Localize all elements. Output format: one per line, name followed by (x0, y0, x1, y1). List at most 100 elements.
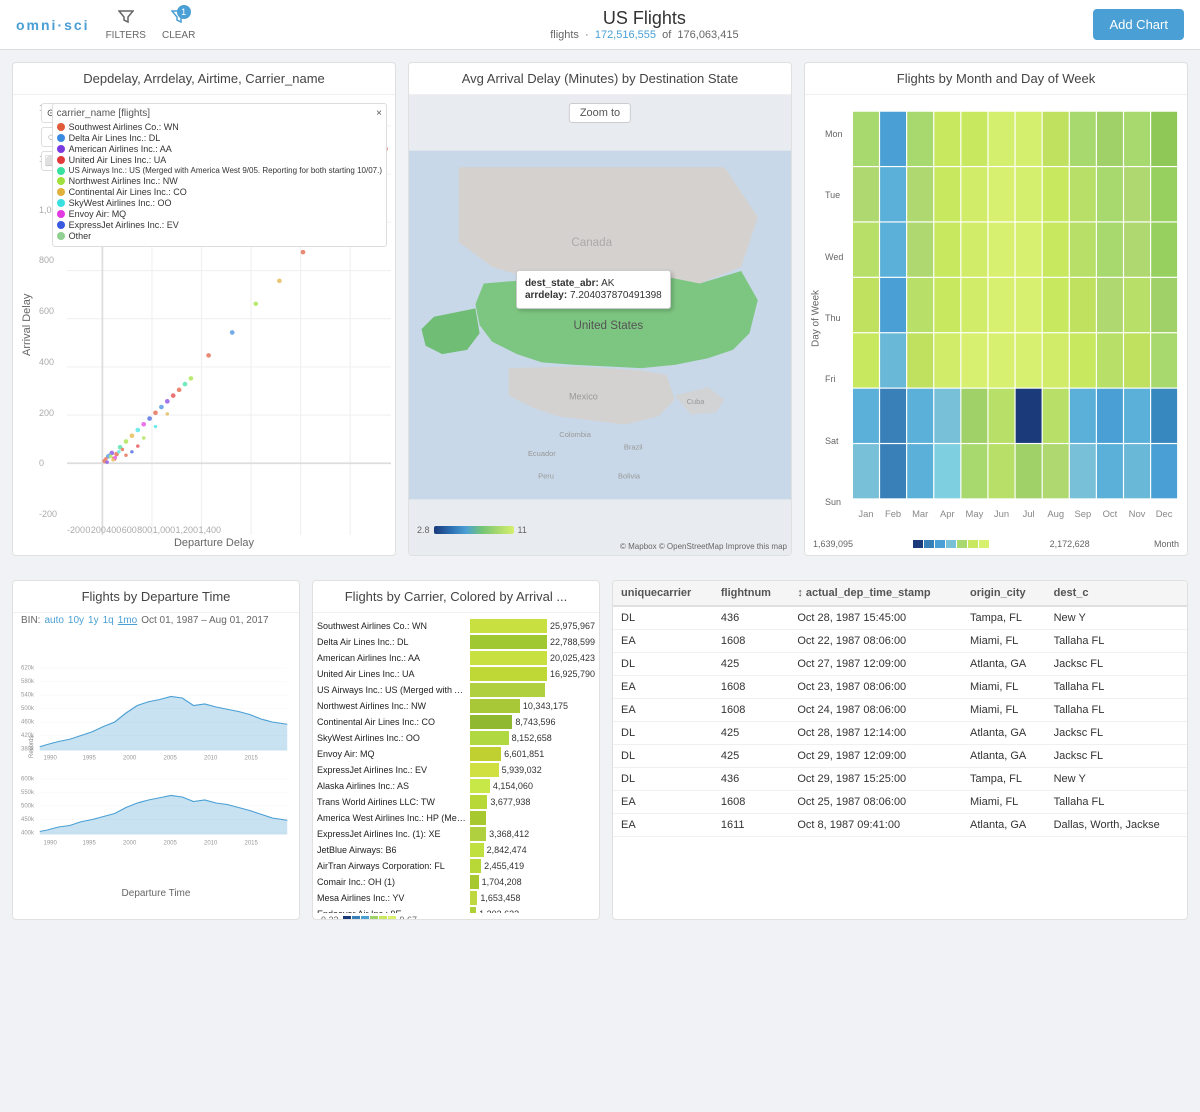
cell-uniquecarrier: EA (613, 699, 713, 722)
col-uniquecarrier[interactable]: uniquecarrier (613, 581, 713, 606)
carrier-bar-fill (470, 875, 479, 889)
map-gradient (434, 526, 514, 534)
cell-actual-dep: Oct 28, 1987 12:14:00 (789, 722, 962, 745)
cell-dest-c: Tallaha FL (1046, 699, 1187, 722)
carrier-bar-container: 3,368,412 (470, 827, 595, 841)
cell-uniquecarrier: DL (613, 653, 713, 676)
carrier-bar-container: 20,025,423 (470, 651, 595, 665)
heatmap-color-bar (913, 540, 989, 548)
bin-1y[interactable]: 1y (88, 615, 99, 626)
carrier-value: 8,743,596 (515, 717, 555, 727)
heatmap-legend-max: 2,172,628 (1050, 539, 1090, 549)
carrier-bar-fill (470, 651, 547, 665)
carrier-bar-item: Mesa Airlines Inc.: YV 1,653,458 (317, 891, 595, 905)
svg-text:580k: 580k (21, 679, 35, 685)
svg-text:Nov: Nov (1129, 508, 1146, 519)
legend-title-text: carrier_name [flights] (57, 108, 150, 119)
carrier-bar-fill (470, 907, 476, 913)
cell-origin-city: Miami, FL (962, 791, 1046, 814)
svg-text:Bolivia: Bolivia (618, 472, 641, 481)
clear-label: CLEAR (162, 30, 195, 41)
col-dest-c[interactable]: dest_c (1046, 581, 1187, 606)
table-panel: uniquecarrier flightnum ↕ actual_dep_tim… (612, 580, 1188, 920)
legend-close-icon[interactable]: × (376, 108, 382, 119)
legend-item-ua: United Air Lines Inc.: UA (57, 155, 382, 165)
svg-text:Jun: Jun (994, 508, 1009, 519)
hm-color-6 (968, 540, 978, 548)
cell-origin-city: Atlanta, GA (962, 745, 1046, 768)
table-row: EA 1608 Oct 25, 1987 08:06:00 Miami, FL … (613, 791, 1187, 814)
carrier-bar-item: US Airways Inc.: US (Merged with America… (317, 683, 595, 697)
carrier-bar-container: 25,975,967 (470, 619, 595, 633)
hm-color-3 (935, 540, 945, 548)
carrier-bar-container: 8,743,596 (470, 715, 595, 729)
svg-text:Apr: Apr (940, 508, 955, 519)
heatmap-main: Day of Week Mon Tue Wed Thu Fri Sat Sun (809, 99, 1183, 537)
col-origin-city[interactable]: origin_city (962, 581, 1046, 606)
map-zoom-control[interactable]: Zoom to (569, 103, 631, 123)
svg-text:2010: 2010 (204, 840, 218, 846)
add-chart-button[interactable]: Add Chart (1093, 9, 1184, 40)
cell-actual-dep: Oct 27, 1987 12:09:00 (789, 653, 962, 676)
carrier-bar-item: Trans World Airlines LLC: TW 3,677,938 (317, 795, 595, 809)
map-tooltip: dest_state_abr: AK arrdelay: 7.204037870… (516, 270, 671, 309)
table-row: EA 1608 Oct 24, 1987 08:06:00 Miami, FL … (613, 699, 1187, 722)
col-flightnum[interactable]: flightnum (713, 581, 789, 606)
svg-text:2015: 2015 (245, 840, 259, 846)
scatter-main: 1,400 1,200 1,000 800 600 400 200 0 -200 (37, 99, 391, 551)
table-content[interactable]: uniquecarrier flightnum ↕ actual_dep_tim… (613, 581, 1187, 881)
legend-dot-ua (57, 156, 65, 164)
cell-flightnum: 425 (713, 722, 789, 745)
carrier-bar-container: 5,939,032 (470, 763, 595, 777)
table-row: DL 425 Oct 28, 1987 12:14:00 Atlanta, GA… (613, 722, 1187, 745)
legend-item-other: Other (57, 231, 382, 241)
timeseries-chart: 620k 580k 540k 500k 460k 420k 380k Recor… (13, 628, 299, 888)
carrier-label: ExpressJet Airlines Inc.: EV (317, 765, 470, 775)
carrier-label: AirTran Airways Corporation: FL (317, 861, 470, 871)
carrier-bar-item: ExpressJet Airlines Inc.: EV 5,939,032 (317, 763, 595, 777)
table-row: EA 1608 Oct 22, 1987 08:06:00 Miami, FL … (613, 630, 1187, 653)
carrier-label: Comair Inc.: OH (1) (317, 877, 470, 887)
carrier-legend-max: 9.67 (400, 915, 418, 920)
legend-dot-oo (57, 199, 65, 207)
bin-10y[interactable]: 10y (68, 615, 84, 626)
heatmap-svg: Jan Feb Mar Apr May Jun Jul Aug Sep Oct … (853, 99, 1183, 537)
heatmap-title: Flights by Month and Day of Week (805, 63, 1187, 95)
cell-flightnum: 1608 (713, 676, 789, 699)
carrier-bar-container (470, 683, 595, 697)
cell-dest-c: New Y (1046, 768, 1187, 791)
carrier-value: 2,842,474 (487, 845, 527, 855)
carrier-label: Southwest Airlines Co.: WN (317, 621, 470, 631)
bin-1mo[interactable]: 1mo (118, 615, 137, 626)
bin-auto[interactable]: auto (44, 615, 63, 626)
legend-dot-mq (57, 210, 65, 218)
carrier-label: Envoy Air: MQ (317, 749, 470, 759)
svg-text:2005: 2005 (164, 756, 178, 762)
carrier-content[interactable]: Southwest Airlines Co.: WN 25,975,967 De… (313, 613, 599, 913)
carrier-bar-container: 16,925,790 (470, 667, 595, 681)
legend-item-mq: Envoy Air: MQ (57, 209, 382, 219)
legend-item-dl: Delta Air Lines Inc.: DL (57, 133, 382, 143)
svg-text:Aug: Aug (1047, 508, 1064, 519)
subtitle-prefix: flights (550, 29, 579, 41)
bin-1q[interactable]: 1q (103, 615, 114, 626)
carrier-bar-fill (470, 683, 545, 697)
hm-color-7 (979, 540, 989, 548)
carrier-label: Alaska Airlines Inc.: AS (317, 781, 470, 791)
carrier-bar-item: Southwest Airlines Co.: WN 25,975,967 (317, 619, 595, 633)
filters-button[interactable]: FILTERS (106, 9, 146, 41)
svg-text:2000: 2000 (123, 840, 137, 846)
table-body: DL 436 Oct 28, 1987 15:45:00 Tampa, FL N… (613, 606, 1187, 837)
heatmap-grid-wrapper: Jan Feb Mar Apr May Jun Jul Aug Sep Oct … (853, 99, 1183, 537)
legend-item-us: US Airways Inc.: US (Merged with America… (57, 166, 382, 175)
svg-text:May: May (966, 508, 984, 519)
svg-text:Colombia: Colombia (559, 430, 591, 439)
timeseries-title: Flights by Departure Time (13, 581, 299, 613)
carrier-bar-fill (470, 747, 501, 761)
carrier-label: American Airlines Inc.: AA (317, 653, 470, 663)
clear-button[interactable]: 1 1 CLEAR (162, 9, 195, 41)
carrier-label: JetBlue Airways: B6 (317, 845, 470, 855)
col-actual-dep[interactable]: ↕ actual_dep_time_stamp (789, 581, 962, 606)
map-legend: 2.8 11 (417, 525, 527, 535)
map-content[interactable]: Zoom to Canada United States Mexico (409, 95, 791, 555)
